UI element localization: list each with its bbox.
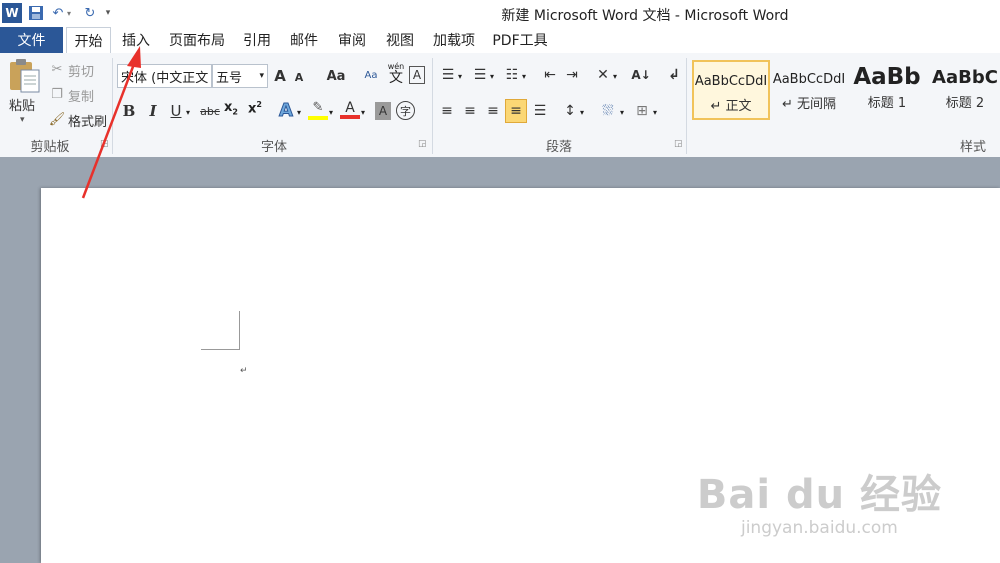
annotation-arrow [81,46,141,199]
